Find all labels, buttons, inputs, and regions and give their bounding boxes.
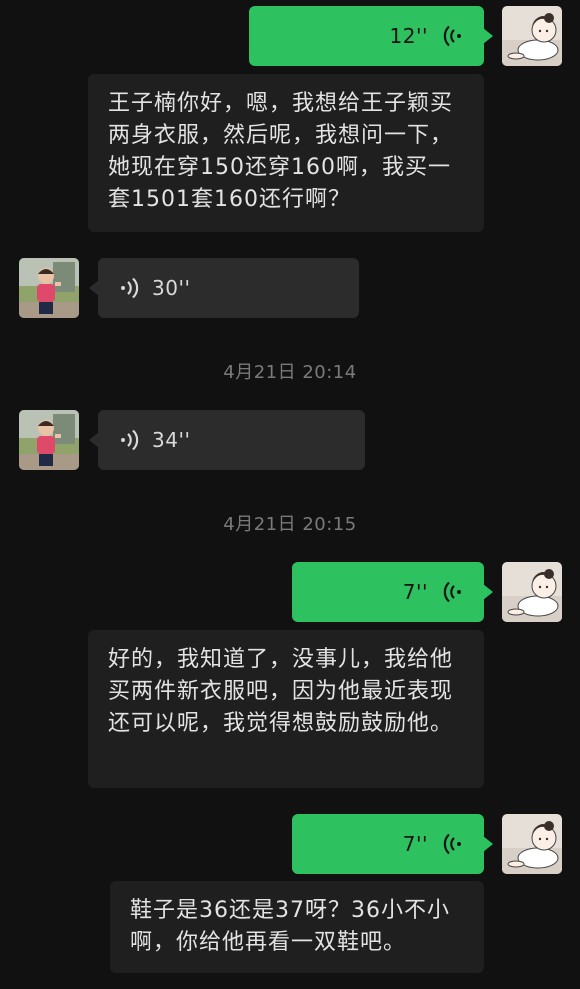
voice-message-bubble[interactable]: 12'': [249, 6, 493, 66]
cartoon-baby-avatar: [502, 562, 562, 622]
self-avatar[interactable]: [502, 814, 562, 874]
other-avatar[interactable]: [19, 258, 79, 318]
other-avatar[interactable]: [19, 410, 79, 470]
voice-duration: 30'': [152, 276, 191, 300]
transcript-text: 好的，我知道了，没事儿，我给他买两件新衣服吧，因为他最近表现还可以呢，我觉得想鼓…: [108, 647, 454, 736]
voice-transcript: 王子楠你好，嗯，我想给王子颖买两身衣服，然后呢，我想问一下，她现在穿150还穿1…: [88, 74, 484, 232]
voice-message-bubble[interactable]: 30'': [89, 258, 359, 318]
transcript-text: 鞋子是36还是37呀？36小不小啊，你给他再看一双鞋吧。: [130, 898, 450, 955]
voice-message-bubble[interactable]: 34'': [89, 410, 365, 470]
voice-wave-icon: [443, 581, 461, 603]
voice-wave-icon: [443, 833, 461, 855]
self-avatar[interactable]: [502, 6, 562, 66]
message-timestamp: 4月21日 20:14: [223, 362, 357, 383]
transcript-text: 王子楠你好，嗯，我想给王子颖买两身衣服，然后呢，我想问一下，她现在穿150还穿1…: [108, 91, 454, 212]
voice-message-bubble[interactable]: 7'': [292, 814, 493, 874]
child-photo-avatar: [19, 258, 79, 318]
voice-duration: 7'': [402, 832, 428, 856]
voice-wave-icon: [121, 277, 139, 299]
voice-duration: 7'': [402, 580, 428, 604]
child-photo-avatar: [19, 410, 79, 470]
voice-duration: 34'': [152, 428, 191, 452]
voice-duration: 12'': [389, 24, 428, 48]
self-avatar[interactable]: [502, 562, 562, 622]
message-timestamp: 4月21日 20:15: [223, 514, 357, 535]
voice-transcript: 鞋子是36还是37呀？36小不小啊，你给他再看一双鞋吧。: [110, 881, 484, 973]
voice-wave-icon: [443, 25, 461, 47]
cartoon-baby-avatar: [502, 814, 562, 874]
voice-wave-icon: [121, 429, 139, 451]
voice-message-bubble[interactable]: 7'': [292, 562, 493, 622]
voice-transcript: 好的，我知道了，没事儿，我给他买两件新衣服吧，因为他最近表现还可以呢，我觉得想鼓…: [88, 630, 484, 788]
cartoon-baby-avatar: [502, 6, 562, 66]
